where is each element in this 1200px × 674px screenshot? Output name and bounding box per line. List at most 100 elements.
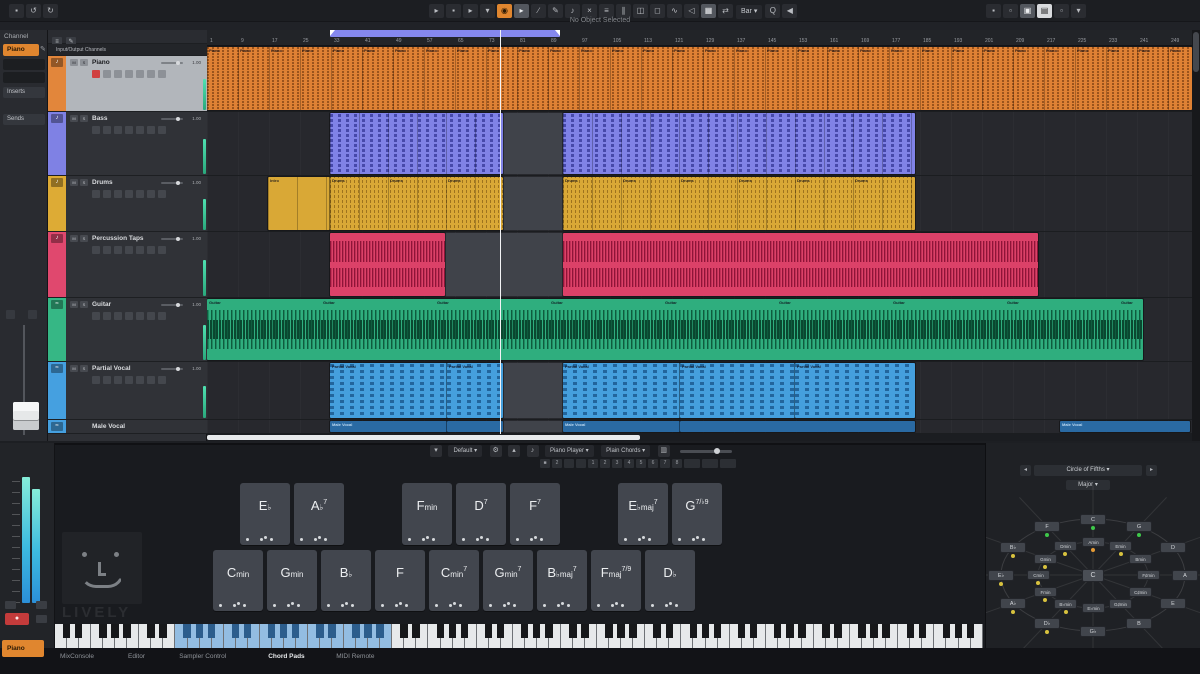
- circle-node-b[interactable]: B: [1126, 618, 1152, 629]
- tab-sampler-control[interactable]: Sampler Control: [179, 653, 226, 660]
- solo-button[interactable]: [36, 601, 47, 609]
- circle-node-cmin[interactable]: C♯min: [1129, 587, 1152, 597]
- track-row-percussion-taps[interactable]: ♪MSPercussion Taps1.00: [48, 232, 207, 298]
- track-mute-button[interactable]: M: [70, 59, 78, 66]
- black-key[interactable]: [352, 624, 359, 638]
- clip-male-vocal[interactable]: [447, 421, 503, 432]
- track-control-button[interactable]: [114, 312, 122, 320]
- black-key[interactable]: [617, 624, 624, 638]
- timeline-ruler[interactable]: 1917253341495765738189971051131211291371…: [207, 30, 1192, 46]
- black-key[interactable]: [967, 624, 974, 638]
- track-control-button[interactable]: [103, 246, 111, 254]
- pad-bank-button[interactable]: 8: [672, 459, 682, 468]
- tab-editor[interactable]: Editor: [128, 653, 145, 660]
- black-key[interactable]: [412, 624, 419, 638]
- tab-mixconsole[interactable]: MixConsole: [60, 653, 94, 660]
- record-enable-button[interactable]: ●: [5, 613, 29, 625]
- track-control-button[interactable]: [125, 312, 133, 320]
- pad-bank-button[interactable]: 2: [600, 459, 610, 468]
- pad-remote-range-button[interactable]: [684, 459, 700, 468]
- black-key[interactable]: [605, 624, 612, 638]
- track-control-button[interactable]: [158, 246, 166, 254]
- track-control-button[interactable]: [158, 70, 166, 78]
- channel-slot-1[interactable]: [3, 59, 45, 70]
- black-key[interactable]: [75, 624, 82, 638]
- track-solo-button[interactable]: S: [80, 115, 88, 122]
- track-row-male-vocal[interactable]: ≈Male Vocal: [48, 420, 207, 434]
- chord-pad-bmaj7[interactable]: B♭maj7: [537, 550, 587, 611]
- black-key[interactable]: [461, 624, 468, 638]
- black-key[interactable]: [666, 624, 673, 638]
- channel-edit-button[interactable]: [6, 310, 15, 319]
- black-key[interactable]: [244, 624, 251, 638]
- comp-tool[interactable]: ≡: [599, 4, 614, 18]
- black-key[interactable]: [147, 624, 154, 638]
- track-volume-slider[interactable]: [161, 62, 183, 64]
- circle-node-b[interactable]: B♭: [1000, 542, 1026, 553]
- velocity-icon[interactable]: ▥: [658, 445, 670, 457]
- track-solo-button[interactable]: S: [80, 365, 88, 372]
- black-key[interactable]: [653, 624, 660, 638]
- track-record-enable-button[interactable]: [92, 190, 100, 198]
- track-row-partial-vocal[interactable]: ≈MSPartial Vocal1.00: [48, 362, 207, 420]
- black-key[interactable]: [123, 624, 130, 638]
- chord-pad-cmin7[interactable]: Cmin7: [429, 550, 479, 611]
- black-key[interactable]: [328, 624, 335, 638]
- pad-bank-button[interactable]: 5: [636, 459, 646, 468]
- mute-tool[interactable]: ◻: [650, 4, 665, 18]
- clip-partial-vocal[interactable]: Partial Vocal: [330, 363, 447, 418]
- black-key[interactable]: [858, 624, 865, 638]
- setup-icon[interactable]: ▪: [446, 4, 461, 18]
- mixconsole-icon[interactable]: ▣: [1020, 4, 1035, 18]
- black-key[interactable]: [943, 624, 950, 638]
- black-key[interactable]: [159, 624, 166, 638]
- erase-tool[interactable]: ×: [582, 4, 597, 18]
- track-control-button[interactable]: [147, 70, 155, 78]
- track-record-enable-button[interactable]: [92, 126, 100, 134]
- track-record-enable-button[interactable]: [92, 312, 100, 320]
- black-key[interactable]: [774, 624, 781, 638]
- preset-selector[interactable]: Default ▾: [448, 445, 482, 457]
- black-key[interactable]: [750, 624, 757, 638]
- chord-lock-icon[interactable]: ▴: [508, 445, 520, 457]
- setup-caret-icon[interactable]: ▾: [1071, 4, 1086, 18]
- black-key[interactable]: [280, 624, 287, 638]
- horizontal-scrollbar[interactable]: [207, 434, 1192, 441]
- pool-icon[interactable]: ▫: [1003, 4, 1018, 18]
- black-key[interactable]: [702, 624, 709, 638]
- chord-pad-fmaj79[interactable]: Fmaj7/9: [591, 550, 641, 611]
- black-key[interactable]: [497, 624, 504, 638]
- track-control-button[interactable]: [136, 376, 144, 384]
- black-key[interactable]: [196, 624, 203, 638]
- quantize-icon[interactable]: Q: [765, 4, 780, 18]
- glue-tool[interactable]: ◫: [633, 4, 648, 18]
- adaptive-voicing-icon[interactable]: ⚙: [490, 445, 502, 457]
- black-key[interactable]: [569, 624, 576, 638]
- track-control-button[interactable]: [147, 246, 155, 254]
- read-automation-icon[interactable]: ▸: [463, 4, 478, 18]
- chord-pad-fmin[interactable]: Fmin: [402, 483, 452, 545]
- circle-center-node[interactable]: C: [1082, 569, 1104, 582]
- scrub-tool[interactable]: ◁: [684, 4, 699, 18]
- chord-pad-emaj7[interactable]: E♭maj7: [618, 483, 668, 545]
- track-row-guitar[interactable]: ≈MSGuitar1.00: [48, 298, 207, 362]
- track-control-button[interactable]: [114, 70, 122, 78]
- horizontal-scrollbar-thumb[interactable]: [207, 435, 640, 440]
- black-key[interactable]: [822, 624, 829, 638]
- black-key[interactable]: [268, 624, 275, 638]
- pad-remote-range-button[interactable]: [702, 459, 718, 468]
- circle-node-fmin[interactable]: Fmin: [1034, 587, 1057, 597]
- clip-drums[interactable]: DrumsDrumsDrums: [330, 177, 503, 230]
- track-record-enable-button[interactable]: [92, 70, 100, 78]
- playhead-cursor[interactable]: [500, 30, 501, 434]
- track-control-button[interactable]: [125, 376, 133, 384]
- track-row-piano[interactable]: ♪MSPiano1.00: [48, 56, 207, 112]
- black-key[interactable]: [364, 624, 371, 638]
- clip-partial-vocal[interactable]: Partial Vocal: [563, 363, 680, 418]
- black-key[interactable]: [690, 624, 697, 638]
- track-mute-button[interactable]: M: [70, 115, 78, 122]
- track-control-button[interactable]: [158, 312, 166, 320]
- track-mute-button[interactable]: M: [70, 235, 78, 242]
- track-control-button[interactable]: [114, 376, 122, 384]
- pad-bank-button[interactable]: 2: [552, 459, 562, 468]
